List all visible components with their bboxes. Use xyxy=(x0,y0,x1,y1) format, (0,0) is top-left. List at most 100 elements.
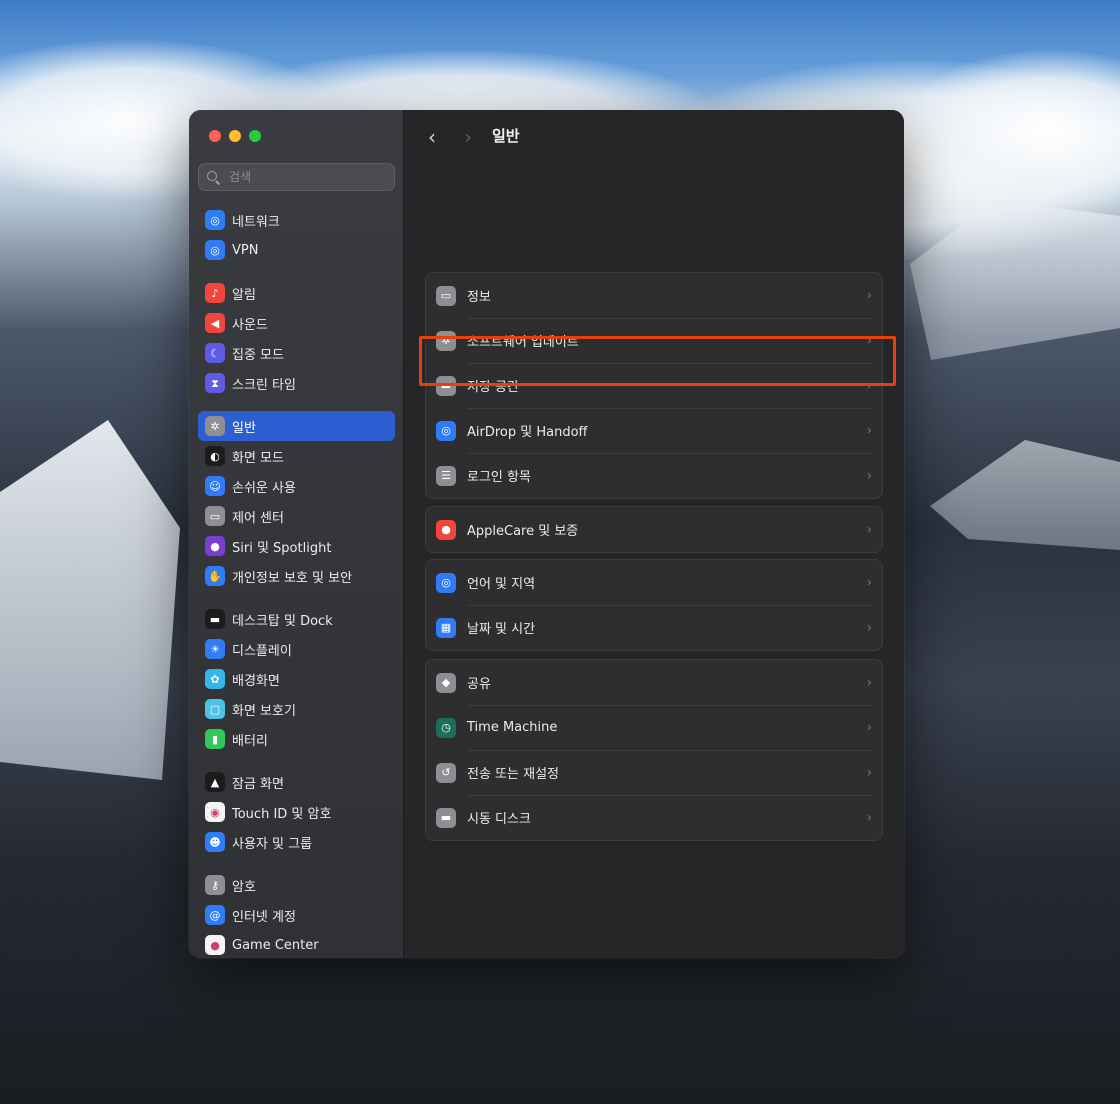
main-pane: ‹ › 일반 ▭ 정보 › ✲ 소프트웨어 업데이트 › ▬ 저장 공간 › ◎ AirDrop 및… xyxy=(404,110,904,958)
sidebar-item-label: 일반 xyxy=(232,420,256,436)
sidebar-item-label: 화면 모드 xyxy=(232,450,284,466)
settings-row[interactable]: ▬ 저장 공간 › xyxy=(426,363,882,408)
settings-group: ● AppleCare 및 보증 › xyxy=(425,506,883,553)
settings-row[interactable]: ◆ 공유 › xyxy=(426,660,882,705)
gear-badge-icon: ✲ xyxy=(436,330,456,351)
apple-icon: ● xyxy=(436,519,456,540)
laptop-icon: ▭ xyxy=(436,285,456,306)
search-field[interactable] xyxy=(198,163,395,191)
sidebar-item-label: 디스플레이 xyxy=(232,643,292,659)
sidebar-item[interactable]: ✋ 개인정보 보호 및 보안 xyxy=(198,561,395,591)
sidebar-item-label: 잠금 화면 xyxy=(232,776,284,792)
list-icon: ☰ xyxy=(436,465,456,486)
sidebar-item[interactable]: ◀ 사운드 xyxy=(198,308,395,338)
chevron-right-icon: › xyxy=(866,720,872,735)
sidebar-item[interactable]: ▬ 데스크탑 및 Dock xyxy=(198,604,395,634)
sidebar-item[interactable]: ☺ 손쉬운 사용 xyxy=(198,471,395,501)
settings-row[interactable]: ✲ 소프트웨어 업데이트 › xyxy=(426,318,882,363)
search-input[interactable] xyxy=(227,169,391,185)
settings-row[interactable]: ▭ 정보 › xyxy=(426,273,882,318)
settings-row[interactable]: ◷ Time Machine › xyxy=(426,705,882,750)
bell-icon: ♪ xyxy=(205,283,225,303)
sidebar-item[interactable]: ♪ 알림 xyxy=(198,278,395,308)
dock-icon: ▬ xyxy=(205,609,225,629)
search-icon xyxy=(207,171,219,183)
sidebar-item[interactable]: ☾ 집중 모드 xyxy=(198,338,395,368)
sidebar-item[interactable]: ⧗ 스크린 타임 xyxy=(198,368,395,398)
sidebar-item-label: 사운드 xyxy=(232,317,268,333)
sidebar-item[interactable]: ✲ 일반 xyxy=(198,411,395,441)
sidebar-item[interactable]: ▲ 잠금 화면 xyxy=(198,767,395,797)
minimize-button[interactable] xyxy=(229,130,241,142)
chevron-right-icon: › xyxy=(866,333,872,348)
airdrop-icon: ◎ xyxy=(436,420,456,441)
settings-row[interactable]: ◎ AirDrop 및 Handoff › xyxy=(426,408,882,453)
back-button[interactable]: ‹ xyxy=(424,125,440,149)
chevron-right-icon: › xyxy=(866,765,872,780)
sidebar-item[interactable]: ● Game Center xyxy=(198,930,395,958)
sidebar-separator xyxy=(198,754,395,767)
sidebar-item[interactable]: ▭ 제어 센터 xyxy=(198,501,395,531)
sidebar-item[interactable]: ☻ 사용자 및 그룹 xyxy=(198,827,395,857)
forward-button[interactable]: › xyxy=(460,125,476,149)
flower-icon: ✿ xyxy=(205,669,225,689)
key-icon: ⚷ xyxy=(205,875,225,895)
lock-icon: ▲ xyxy=(205,772,225,792)
hourglass-icon: ⧗ xyxy=(205,373,225,393)
settings-group: ◆ 공유 › ◷ Time Machine › ↺ 전송 또는 재설정 › ▬ 시동 디스크 › xyxy=(425,659,883,841)
drive-icon: ▬ xyxy=(436,375,456,396)
sidebar-item[interactable]: ⚷ 암호 xyxy=(198,870,395,900)
sidebar-item-label: 배터리 xyxy=(232,733,268,749)
sidebar-item-label: 제어 센터 xyxy=(232,510,284,526)
chevron-right-icon: › xyxy=(866,620,872,635)
settings-row[interactable]: ● AppleCare 및 보증 › xyxy=(426,507,882,552)
sun-icon: ☀ xyxy=(205,639,225,659)
sidebar-item[interactable]: ◎ VPN xyxy=(198,235,395,265)
settings-row-label: 저장 공간 xyxy=(467,380,519,395)
time-machine-icon: ◷ xyxy=(436,717,456,738)
sidebar-item[interactable]: ▢ 화면 보호기 xyxy=(198,694,395,724)
settings-row-label: 소프트웨어 업데이트 xyxy=(467,335,579,350)
settings-row-label: 정보 xyxy=(467,290,491,305)
sidebar-item[interactable]: ◐ 화면 모드 xyxy=(198,441,395,471)
close-button[interactable] xyxy=(209,130,221,142)
sidebar-item[interactable]: ☀ 디스플레이 xyxy=(198,634,395,664)
sidebar-item-label: 화면 보호기 xyxy=(232,703,296,719)
sidebar-item[interactable]: ● Siri 및 Spotlight xyxy=(198,531,395,561)
sidebar-item-label: 암호 xyxy=(232,879,256,895)
settings-row[interactable]: ▦ 날짜 및 시간 › xyxy=(426,605,882,650)
globe-icon: ◎ xyxy=(205,210,225,230)
battery-icon: ▮ xyxy=(205,729,225,749)
sidebar-item[interactable]: ✿ 배경화면 xyxy=(198,664,395,694)
settings-row[interactable]: ↺ 전송 또는 재설정 › xyxy=(426,750,882,795)
sidebar-item[interactable]: ▮ 배터리 xyxy=(198,724,395,754)
sidebar-item[interactable]: @ 인터넷 계정 xyxy=(198,900,395,930)
chevron-right-icon: › xyxy=(866,423,872,438)
sidebar-item[interactable]: ◉ Touch ID 및 암호 xyxy=(198,797,395,827)
siri-icon: ● xyxy=(205,536,225,556)
hand-icon: ✋ xyxy=(205,566,225,586)
appearance-icon: ◐ xyxy=(205,446,225,466)
settings-group: ◎ 언어 및 지역 › ▦ 날짜 및 시간 › xyxy=(425,559,883,651)
accessibility-icon: ☺ xyxy=(205,476,225,496)
sidebar-separator xyxy=(198,398,395,411)
globe-icon: ◎ xyxy=(205,240,225,260)
sidebar-item[interactable]: ◎ 네트워크 xyxy=(198,205,395,235)
settings-row[interactable]: ◎ 언어 및 지역 › xyxy=(426,560,882,605)
sharing-icon: ◆ xyxy=(436,672,456,693)
chevron-right-icon: › xyxy=(866,468,872,483)
settings-row-label: 공유 xyxy=(467,677,491,692)
sidebar-separator xyxy=(198,591,395,604)
moon-icon: ☾ xyxy=(205,343,225,363)
settings-row[interactable]: ☰ 로그인 항목 › xyxy=(426,453,882,498)
disk-icon: ▬ xyxy=(436,807,456,828)
settings-row-label: 로그인 항목 xyxy=(467,470,531,485)
zoom-button[interactable] xyxy=(249,130,261,142)
sidebar: ◎ 네트워크 ◎ VPN ♪ 알림 ◀ 사운드 ☾ 집중 모드 ⧗ 스크린 타임 ✲ 일반 ◐ 화면 모드 ☺ 손… xyxy=(189,110,404,958)
settings-row[interactable]: ▬ 시동 디스크 › xyxy=(426,795,882,840)
settings-window: ◎ 네트워크 ◎ VPN ♪ 알림 ◀ 사운드 ☾ 집중 모드 ⧗ 스크린 타임 ✲ 일반 ◐ 화면 모드 ☺ 손… xyxy=(189,110,904,958)
sidebar-item-label: 집중 모드 xyxy=(232,347,284,363)
sidebar-list: ◎ 네트워크 ◎ VPN ♪ 알림 ◀ 사운드 ☾ 집중 모드 ⧗ 스크린 타임 ✲ 일반 ◐ 화면 모드 ☺ 손… xyxy=(198,205,395,958)
sidebar-separator xyxy=(198,857,395,870)
settings-row-label: 전송 또는 재설정 xyxy=(467,767,559,782)
